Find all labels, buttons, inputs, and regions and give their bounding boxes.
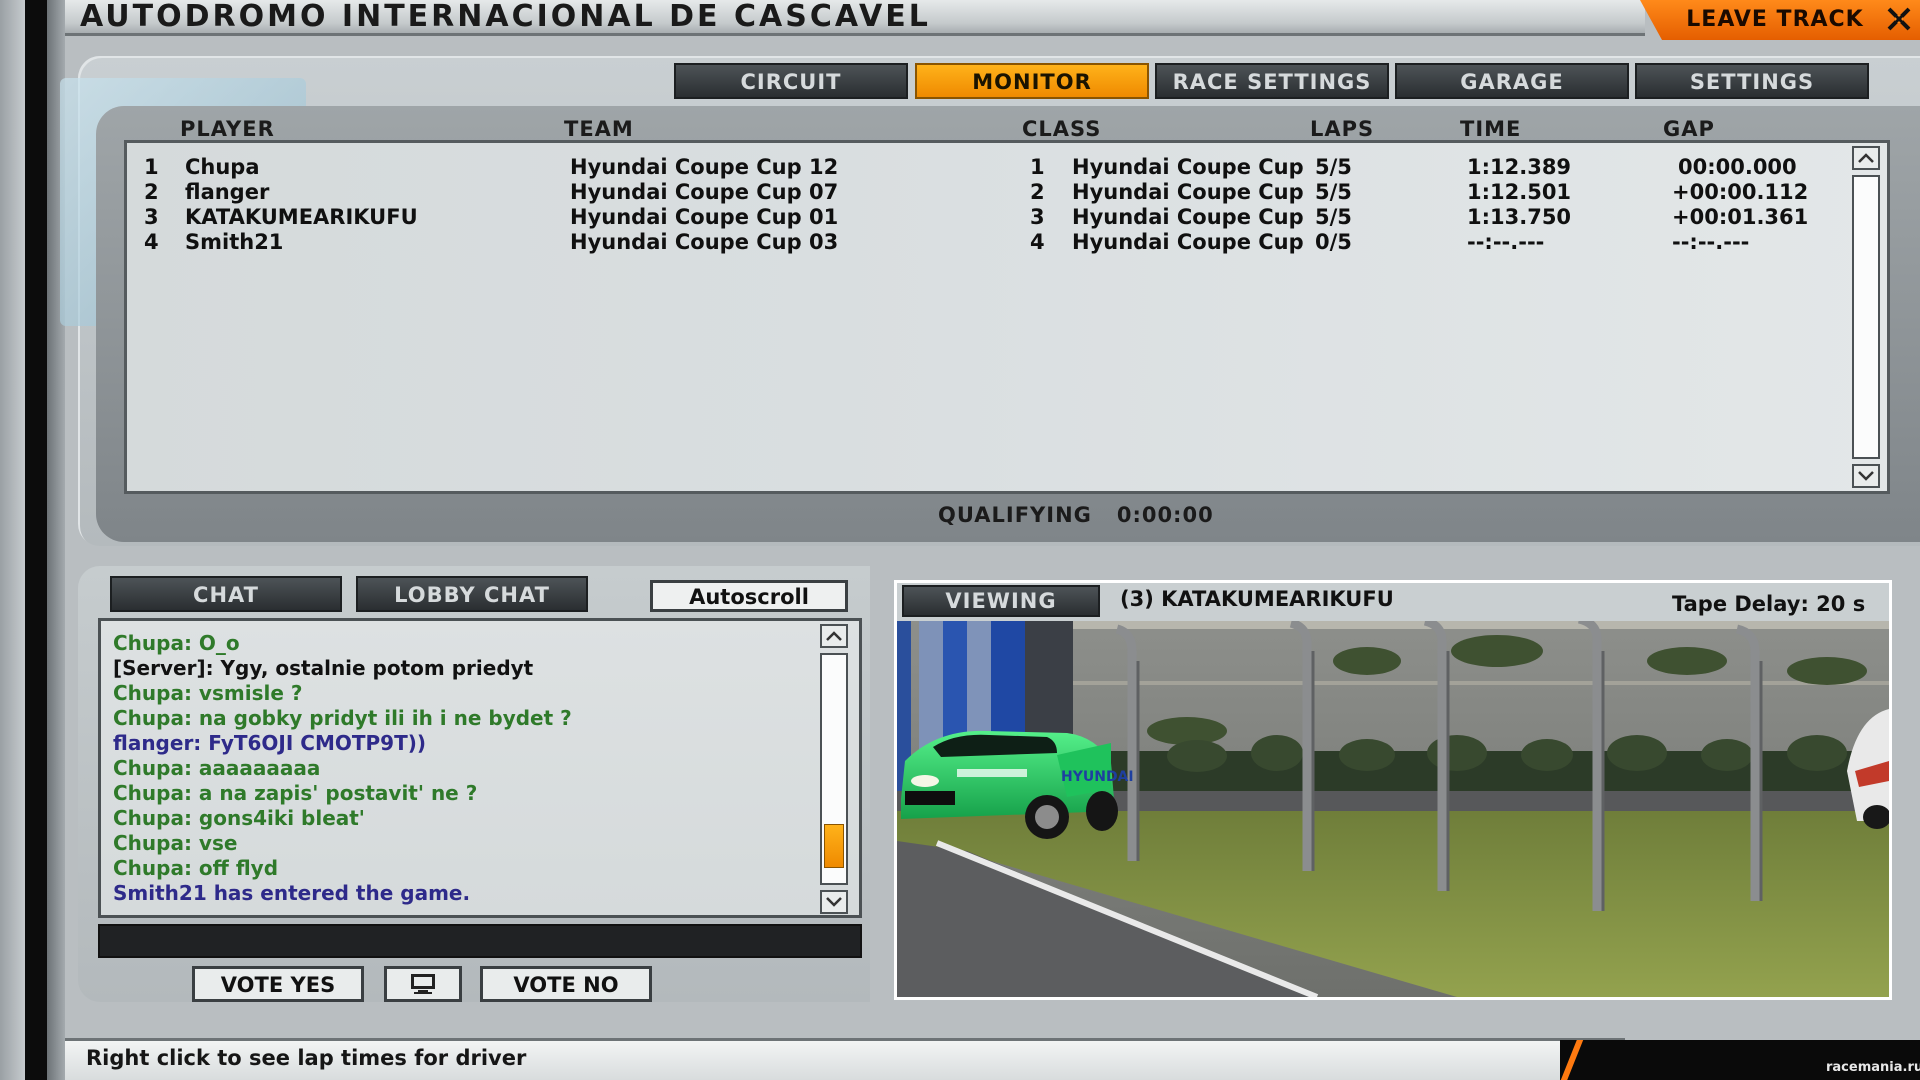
gap-cell: +00:00.112 <box>1672 180 1809 204</box>
chat-message: Chupa: a na zapis' postavit' ne ? <box>113 781 478 805</box>
viewing-button[interactable]: VIEWING <box>902 585 1100 617</box>
monitor-icon <box>411 974 435 994</box>
team-cell: Hyundai Coupe Cup 12 <box>570 155 839 179</box>
player-cell: Smith21 <box>185 230 284 254</box>
chat-message: Chupa: off flyd <box>113 856 279 880</box>
chevron-up-icon <box>1858 153 1874 163</box>
vote-no-button[interactable]: VOTE NO <box>480 966 652 1002</box>
column-header-player[interactable]: PLAYER <box>180 117 275 141</box>
tab-monitor[interactable]: MONITOR <box>915 63 1149 99</box>
chat-scroll-rail[interactable] <box>820 653 848 885</box>
gap-cell: +00:01.361 <box>1672 205 1809 229</box>
scroll-down-button[interactable] <box>1852 464 1880 488</box>
chat-message: Chupa: vsmisle ? <box>113 681 303 705</box>
position-cell: 2 <box>144 180 159 204</box>
column-header-team[interactable]: TEAM <box>564 117 634 141</box>
watermark: racemania.ru <box>1826 1060 1920 1075</box>
autoscroll-toggle[interactable]: Autoscroll <box>650 580 848 612</box>
position-cell: 4 <box>144 230 159 254</box>
chat-message: Chupa: na gobky pridyt ili ih i ne bydet… <box>113 706 572 730</box>
results-table: 1 Chupa Hyundai Coupe Cup 12 1 Hyundai C… <box>124 140 1890 494</box>
tab-chat[interactable]: CHAT <box>110 576 342 612</box>
tab-garage[interactable]: GARAGE <box>1395 63 1629 99</box>
gap-cell: 00:00.000 <box>1678 155 1797 179</box>
laps-cell: 0/5 <box>1315 230 1352 254</box>
player-cell: Chupa <box>185 155 260 179</box>
time-cell: 1:13.750 <box>1467 205 1572 229</box>
class-position-cell: 4 <box>1030 230 1045 254</box>
laps-cell: 5/5 <box>1315 155 1352 179</box>
chat-scroll-down-button[interactable] <box>820 890 848 914</box>
help-text: Right click to see lap times for driver <box>86 1046 527 1070</box>
table-row[interactable]: 3 KATAKUMEARIKUFU Hyundai Coupe Cup 01 3… <box>127 205 1827 230</box>
player-cell: flanger <box>185 180 270 204</box>
left-edge-dark-strip <box>25 0 47 1080</box>
session-label: QUALIFYING <box>938 503 1092 527</box>
close-icon[interactable] <box>1886 6 1912 32</box>
time-cell: --:--.--- <box>1467 230 1545 254</box>
tab-race-settings[interactable]: RACE SETTINGS <box>1155 63 1389 99</box>
svg-text:HYUNDAI: HYUNDAI <box>1061 769 1134 785</box>
position-cell: 3 <box>144 205 159 229</box>
chevron-up-icon <box>826 631 842 641</box>
chevron-down-icon <box>826 897 842 907</box>
class-position-cell: 2 <box>1030 180 1045 204</box>
session-time: 0:00:00 <box>1116 503 1214 527</box>
chat-scrollbar[interactable] <box>820 624 852 914</box>
scroll-up-button[interactable] <box>1852 146 1880 170</box>
scroll-rail[interactable] <box>1852 175 1880 459</box>
left-edge-strip <box>0 0 25 1080</box>
class-cell: Hyundai Coupe Cup <box>1072 180 1304 204</box>
laps-cell: 5/5 <box>1315 205 1352 229</box>
column-header-class[interactable]: CLASS <box>1022 117 1101 141</box>
tab-circuit[interactable]: CIRCUIT <box>674 63 908 99</box>
chat-message: Chupa: vse <box>113 831 238 855</box>
class-position-cell: 3 <box>1030 205 1045 229</box>
chat-log: Chupa: O_o [Server]: Ygy, ostalnie potom… <box>98 618 862 918</box>
time-cell: 1:12.501 <box>1467 180 1572 204</box>
gap-cell: --:--.--- <box>1672 230 1750 254</box>
table-row[interactable]: 2 flanger Hyundai Coupe Cup 07 2 Hyundai… <box>127 180 1827 205</box>
viewing-driver-name: (3) KATAKUMEARIKUFU <box>1120 587 1394 611</box>
table-row[interactable]: 1 Chupa Hyundai Coupe Cup 12 1 Hyundai C… <box>127 155 1827 180</box>
chat-message: Chupa: aaaaaaaaa <box>113 756 321 780</box>
tape-delay: Tape Delay: 20 s <box>1672 592 1866 616</box>
chat-message: Chupa: O_o <box>113 631 240 655</box>
class-cell: Hyundai Coupe Cup <box>1072 230 1304 254</box>
chevron-down-icon <box>1858 471 1874 481</box>
leave-track-button[interactable]: LEAVE TRACK <box>1670 4 1880 36</box>
tab-lobby-chat[interactable]: LOBBY CHAT <box>356 576 588 612</box>
chat-message: [Server]: Ygy, ostalnie potom priedyt <box>113 656 534 680</box>
team-cell: Hyundai Coupe Cup 07 <box>570 180 839 204</box>
chat-scroll-thumb[interactable] <box>824 824 844 868</box>
class-position-cell: 1 <box>1030 155 1045 179</box>
column-header-gap[interactable]: GAP <box>1663 117 1715 141</box>
vote-yes-button[interactable]: VOTE YES <box>192 966 364 1002</box>
time-cell: 1:12.389 <box>1467 155 1572 179</box>
laps-cell: 5/5 <box>1315 180 1352 204</box>
position-cell: 1 <box>144 155 159 179</box>
monitor-toggle-button[interactable] <box>384 966 462 1002</box>
class-cell: Hyundai Coupe Cup <box>1072 155 1304 179</box>
chat-scroll-up-button[interactable] <box>820 624 848 648</box>
class-cell: Hyundai Coupe Cup <box>1072 205 1304 229</box>
team-cell: Hyundai Coupe Cup 03 <box>570 230 839 254</box>
results-scrollbar[interactable] <box>1852 146 1884 488</box>
chat-message: Chupa: gons4iki bleat' <box>113 806 365 830</box>
table-row[interactable]: 4 Smith21 Hyundai Coupe Cup 03 4 Hyundai… <box>127 230 1827 255</box>
team-cell: Hyundai Coupe Cup 01 <box>570 205 839 229</box>
chat-input[interactable] <box>98 924 862 958</box>
tab-settings[interactable]: SETTINGS <box>1635 63 1869 99</box>
player-cell: KATAKUMEARIKUFU <box>185 205 418 229</box>
column-header-time[interactable]: TIME <box>1460 117 1521 141</box>
track-title: AUTODROMO INTERNACIONAL DE CASCAVEL <box>80 0 931 34</box>
column-header-laps[interactable]: LAPS <box>1310 117 1374 141</box>
chat-message: Smith21 has entered the game. <box>113 881 471 905</box>
camera-view[interactable]: HYUNDAI <box>897 621 1889 997</box>
session-status: QUALIFYING 0:00:00 <box>938 503 1214 527</box>
chat-message: flanger: FyT6OJI CMOTP9T)) <box>113 731 426 755</box>
